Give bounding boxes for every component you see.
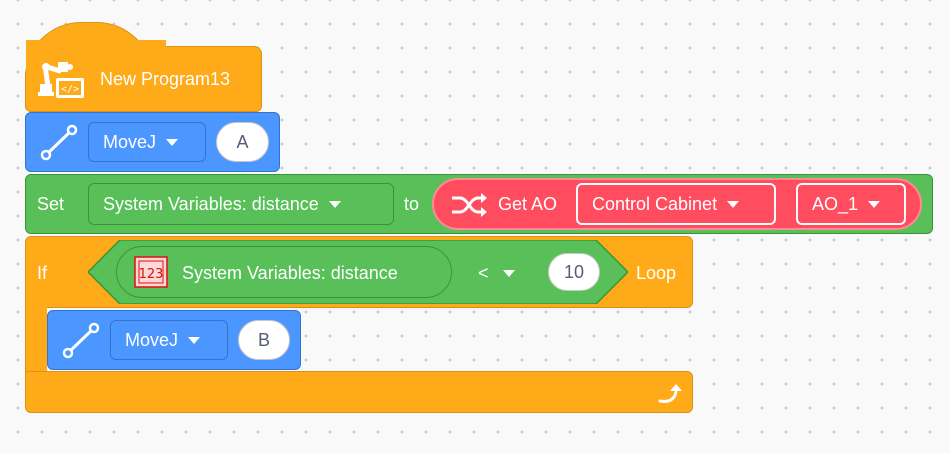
control-cabinet-dropdown[interactable]: Control Cabinet (576, 183, 776, 225)
operator-label: < (478, 263, 489, 283)
line-path-icon (40, 124, 78, 161)
number-variable-icon: 123 (134, 256, 168, 288)
chevron-down-icon (328, 200, 341, 208)
ao-channel-dropdown[interactable]: AO_1 (796, 183, 906, 225)
chevron-down-icon (188, 336, 201, 344)
ao-channel-dropdown-label: AO_1 (812, 193, 859, 214)
program-title: New Program13 (100, 69, 231, 89)
if-block-bottom (25, 371, 693, 413)
loop-arrow-icon (658, 384, 682, 403)
movej-b-dropdown[interactable]: MoveJ (110, 320, 228, 360)
operator-dropdown[interactable]: < (478, 260, 515, 286)
set-variable-dropdown-label: System Variables: distance (103, 193, 319, 214)
shuffle-icon (452, 193, 487, 217)
chevron-down-icon (502, 269, 515, 277)
movej-b-dropdown-label: MoveJ (125, 329, 179, 350)
movej-a-dropdown[interactable]: MoveJ (88, 122, 206, 162)
compare-value-input[interactable]: 10 (548, 253, 600, 291)
chevron-down-icon (166, 138, 179, 146)
number-variable-icon-text: 123 (139, 267, 164, 282)
if-block-arm (25, 300, 47, 380)
point-b-input[interactable]: B (238, 320, 290, 360)
control-cabinet-dropdown-label: Control Cabinet (592, 193, 718, 214)
chevron-down-icon (868, 200, 881, 208)
get-ao-label: Get AO (498, 194, 558, 214)
movej-a-dropdown-label: MoveJ (103, 131, 157, 152)
svg-text:</>: </> (61, 84, 79, 95)
set-variable-dropdown[interactable]: System Variables: distance (88, 183, 394, 225)
set-label: Set (37, 194, 65, 214)
chevron-down-icon (727, 200, 740, 208)
line-path-icon (62, 322, 100, 359)
point-a-input[interactable]: A (216, 122, 269, 162)
loop-label: Loop (636, 263, 677, 283)
robot-arm-icon: </> (38, 62, 84, 98)
if-label: If (37, 263, 48, 283)
condition-variable-label: System Variables: distance (182, 263, 398, 283)
to-label: to (404, 194, 420, 214)
